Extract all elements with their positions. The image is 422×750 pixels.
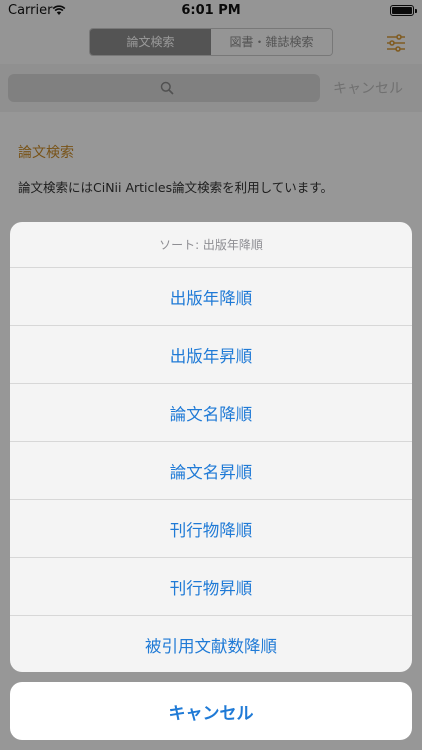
action-sheet-title: ソート: 出版年降順 xyxy=(10,222,412,268)
sort-option-pubyear-desc[interactable]: 出版年降順 xyxy=(10,268,412,326)
sort-action-sheet: ソート: 出版年降順 出版年降順 出版年昇順 論文名降順 論文名昇順 刊行物降順… xyxy=(10,222,412,672)
sort-option-journal-desc[interactable]: 刊行物降順 xyxy=(10,500,412,558)
action-sheet-cancel-button[interactable]: キャンセル xyxy=(10,682,412,740)
sort-option-citations-desc[interactable]: 被引用文献数降順 xyxy=(10,616,412,672)
sort-option-title-asc[interactable]: 論文名昇順 xyxy=(10,442,412,500)
sort-option-title-desc[interactable]: 論文名降順 xyxy=(10,384,412,442)
sort-option-journal-asc[interactable]: 刊行物昇順 xyxy=(10,558,412,616)
sort-option-pubyear-asc[interactable]: 出版年昇順 xyxy=(10,326,412,384)
